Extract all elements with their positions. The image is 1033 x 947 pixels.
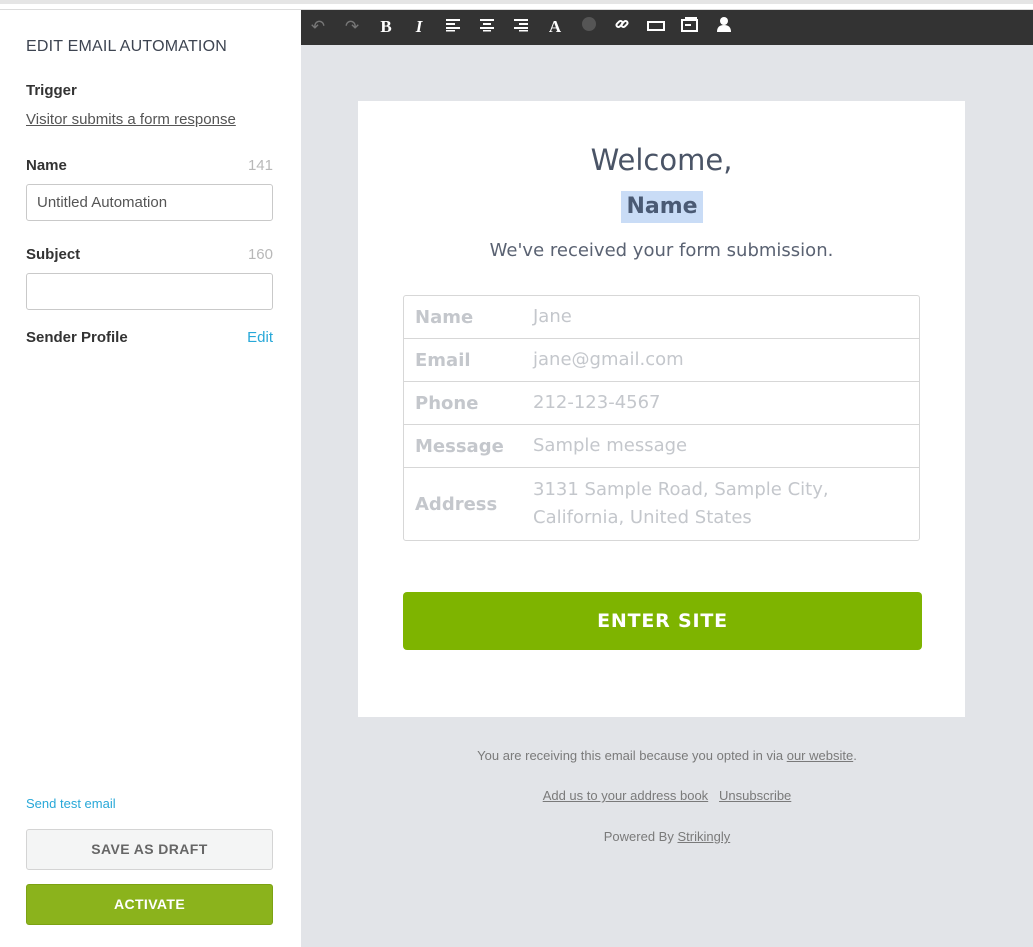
trigger-link[interactable]: Visitor submits a form response <box>26 111 236 128</box>
activate-button[interactable]: ACTIVATE <box>26 884 273 925</box>
field-value: Jane <box>533 306 572 327</box>
subject-char-count: 160 <box>247 246 273 263</box>
field-value: jane@gmail.com <box>533 349 684 370</box>
send-test-email-link[interactable]: Send test email <box>26 796 116 811</box>
save-as-draft-button[interactable]: SAVE AS DRAFT <box>26 829 273 870</box>
undo-icon[interactable]: ↶ <box>307 16 329 38</box>
sidebar-title: EDIT EMAIL AUTOMATION <box>26 38 227 55</box>
image-insert-icon[interactable] <box>679 16 701 38</box>
field-key: Name <box>415 306 474 328</box>
field-key: Email <box>415 349 471 371</box>
subject-input[interactable] <box>26 273 273 310</box>
footer-receiving-line: You are receiving this email because you… <box>301 748 1033 763</box>
name-input[interactable] <box>26 184 273 221</box>
strikingly-link[interactable]: Strikingly <box>677 829 730 844</box>
email-preview-area: ↶ ↷ B I A Welcome, Name We've received y… <box>301 10 1033 947</box>
trigger-label: Trigger <box>26 82 77 99</box>
form-fields-table: Name Jane Email jane@gmail.com Phone 212… <box>403 295 920 541</box>
window-top-strip <box>0 0 1033 10</box>
person-icon[interactable] <box>713 16 735 38</box>
color-picker-icon[interactable] <box>578 16 600 38</box>
field-key: Phone <box>415 392 479 414</box>
font-icon[interactable]: A <box>544 16 566 38</box>
button-insert-icon[interactable] <box>645 16 667 38</box>
name-label: Name <box>26 157 67 174</box>
field-value: 3131 Sample Road, Sample City, Californi… <box>533 479 829 528</box>
table-row: Address 3131 Sample Road, Sample City, C… <box>404 468 919 540</box>
sidebar: EDIT EMAIL AUTOMATION Trigger Visitor su… <box>0 10 301 947</box>
table-row: Email jane@gmail.com <box>404 339 919 382</box>
align-left-icon[interactable] <box>442 16 464 38</box>
unsubscribe-link[interactable]: Unsubscribe <box>719 788 791 803</box>
field-key: Message <box>415 435 504 457</box>
table-row: Message Sample message <box>404 425 919 468</box>
footer-receiving-suffix: . <box>853 748 857 763</box>
powered-by-text: Powered By <box>603 829 678 844</box>
received-message: We've received your form submission. <box>489 240 834 261</box>
footer-receiving-text: You are receiving this email because you… <box>477 748 787 763</box>
subject-label: Subject <box>26 246 81 263</box>
italic-icon[interactable]: I <box>408 16 430 38</box>
welcome-heading: Welcome, <box>590 143 733 177</box>
footer-powered-line: Powered By Strikingly <box>301 829 1033 844</box>
link-icon[interactable] <box>611 16 633 38</box>
name-char-count: 141 <box>247 157 273 174</box>
align-right-icon[interactable] <box>510 16 532 38</box>
bold-icon[interactable]: B <box>375 16 397 38</box>
email-card: Welcome, Name We've received your form s… <box>358 101 965 717</box>
field-value: Sample message <box>533 435 688 456</box>
address-book-link[interactable]: Add us to your address book <box>543 788 709 803</box>
field-value: 212-123-4567 <box>533 392 661 413</box>
name-merge-tag[interactable]: Name <box>621 191 703 223</box>
sender-profile-label: Sender Profile <box>26 329 128 346</box>
editor-toolbar: ↶ ↷ B I A <box>301 10 1033 45</box>
our-website-link[interactable]: our website <box>787 748 853 763</box>
sender-profile-edit-link[interactable]: Edit <box>247 329 273 346</box>
table-row: Name Jane <box>404 296 919 339</box>
enter-site-button[interactable]: ENTER SITE <box>403 592 922 650</box>
field-key: Address <box>415 493 498 515</box>
table-row: Phone 212-123-4567 <box>404 382 919 425</box>
redo-icon[interactable]: ↷ <box>341 16 363 38</box>
align-center-icon[interactable] <box>476 16 498 38</box>
footer-links-line: Add us to your address book Unsubscribe <box>301 788 1033 803</box>
